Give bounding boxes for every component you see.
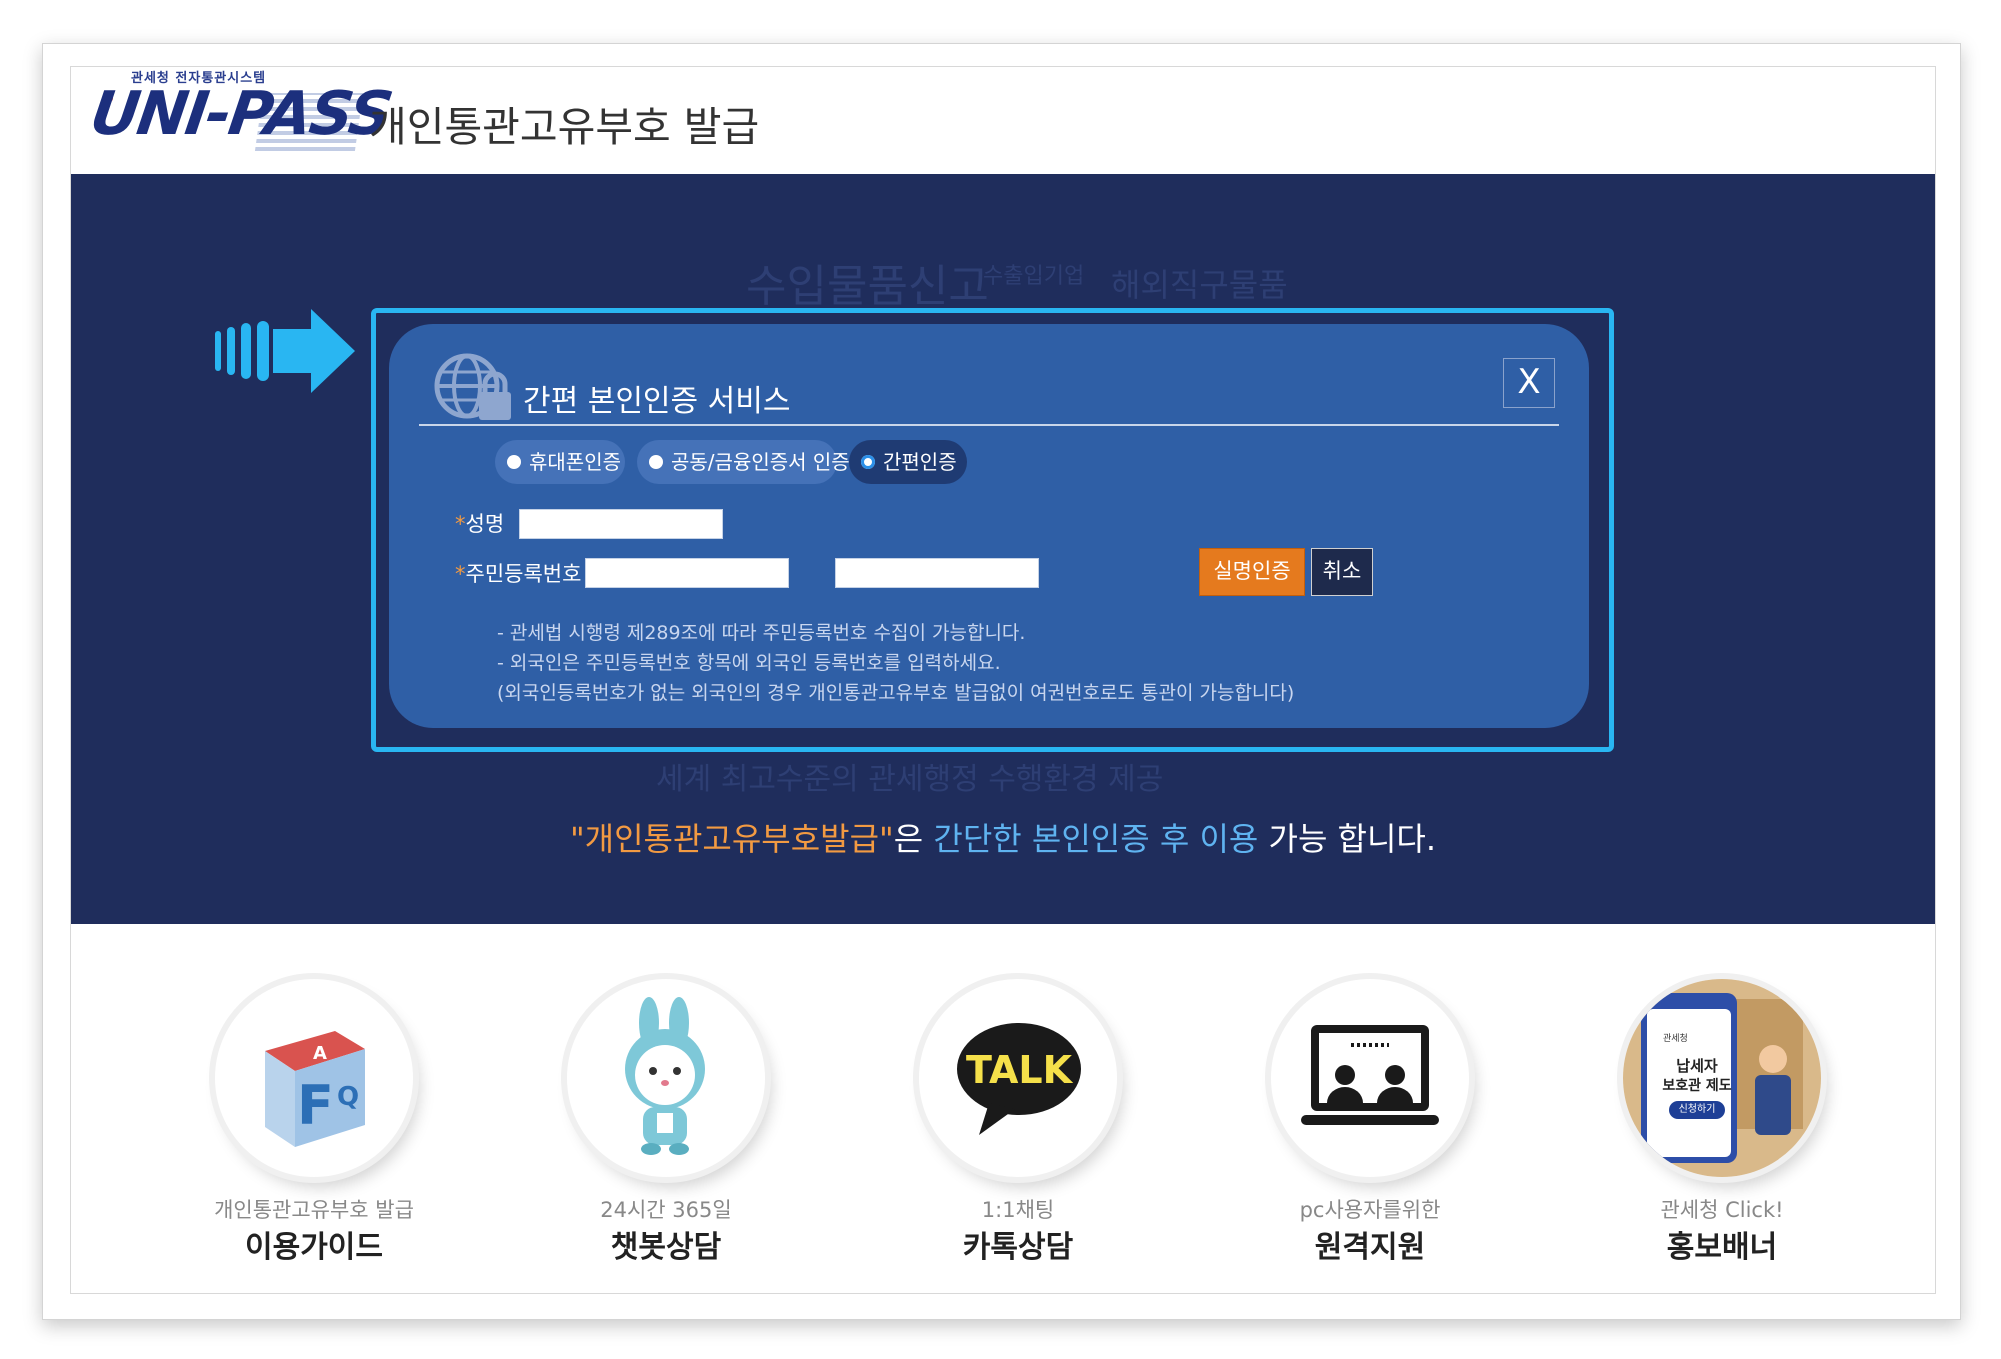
promo-apply-button[interactable]: 신청하기 [1669,1101,1725,1119]
quick-main: 이용가이드 [245,1230,383,1265]
svg-text:TALK: TALK [966,1048,1074,1092]
cancel-button[interactable]: 취소 [1311,548,1373,596]
tab-simple-auth[interactable]: 간편인증 [849,440,967,484]
promo-banner-icon[interactable]: 관세청 납세자 보호관 제도 신청하기 [1623,979,1821,1177]
tab-certificate-auth[interactable]: 공동/금융인증서 인증 [637,440,850,484]
rrn-front-input[interactable] [585,558,789,588]
modal-divider [419,424,1559,426]
ghost-text-4: 세계 최고수준의 관세행정 수행환경 제공 [656,762,1164,797]
svg-text:F: F [297,1074,334,1137]
notice-part-2: 은 [893,820,934,858]
quick-sub: 1:1채팅 [981,1198,1055,1222]
hero-band: 수입물품신고 수출입기업 해외직구물품 세계 최고수준의 관세행정 수행환경 제… [71,174,1935,924]
required-mark: * [455,512,466,536]
radio-icon[interactable] [649,455,663,469]
tab-label: 공동/금융인증서 인증 [671,450,850,474]
globe-lock-icon [434,353,511,420]
svg-text:Q: Q [337,1082,359,1112]
page-container: 관세청 전자통관시스템 UNI-PASS 개인통관고유부호 발급 수입물품신고 … [70,66,1936,1294]
ghost-text-1: 수입물품신고 [746,261,989,312]
page-header: 관세청 전자통관시스템 UNI-PASS 개인통관고유부호 발급 [71,67,1935,174]
name-label-text: 성명 [465,512,505,536]
quick-main: 홍보배너 [1666,1230,1778,1265]
pointer-arrow-icon [215,309,355,393]
unipass-logo[interactable]: 관세청 전자통관시스템 UNI-PASS [86,67,395,167]
radio-selected-icon[interactable] [861,455,875,469]
quick-main: 원격지원 [1314,1230,1426,1265]
info-line-3: (외국인등록번호가 없는 외국인의 경우 개인통관고유부호 발급없이 여권번호로… [497,682,1295,704]
ghost-text-2: 수출입기업 [983,264,1085,289]
info-line-2: - 외국인은 주민등록번호 항목에 외국인 등록번호를 입력하세요. [497,652,1001,674]
notice-part-1: "개인통관고유부호발급" [569,820,894,858]
kakaotalk-icon[interactable]: TALK [919,979,1117,1177]
remote-support-icon[interactable] [1271,979,1469,1177]
radio-icon[interactable] [507,455,521,469]
faq-cube-icon[interactable]: F Q A [215,979,413,1177]
chatbot-rabbit-icon[interactable] [567,979,765,1177]
svg-text:A: A [313,1043,327,1064]
quick-main: 카톡상담 [962,1230,1074,1265]
tab-label: 간편인증 [883,450,957,474]
tab-mobile-auth[interactable]: 휴대폰인증 [495,440,625,484]
required-mark: * [455,562,466,586]
logo-text: UNI-PASS [86,79,396,149]
rrn-label: *주민등록번호 [455,558,581,588]
quick-sub: 관세청 Click! [1660,1198,1784,1222]
quick-sub: 24시간 365일 [600,1198,732,1222]
promo-line-1: 납세자 [1676,1057,1718,1075]
quick-main: 챗봇상담 [610,1230,722,1265]
quick-sub: 개인통관고유부호 발급 [214,1198,414,1222]
rrn-back-input[interactable] [835,558,1039,588]
name-label: *성명 [455,508,504,538]
close-button[interactable]: X [1503,358,1555,408]
auth-modal: 간편 본인인증 서비스 X 휴대폰인증 공동/금융인증서 인증 간편인증 *성명 [389,324,1589,728]
ghost-text-3: 해외직구물품 [1111,266,1288,304]
verify-button[interactable]: 실명인증 [1199,548,1305,596]
notice-text: "개인통관고유부호발급"은 간단한 본인인증 후 이용 가능 합니다. [71,814,1935,860]
tab-label: 휴대폰인증 [529,450,621,474]
info-line-1: - 관세법 시행령 제289조에 따라 주민등록번호 수집이 가능합니다. [497,622,1026,644]
modal-title: 간편 본인인증 서비스 [523,384,791,419]
quick-sub: pc사용자를위한 [1299,1198,1441,1222]
name-input[interactable] [519,509,723,539]
page-title: 개인통관고유부호 발급 [369,103,760,151]
notice-part-3: 간단한 본인인증 후 이용 [933,820,1259,858]
promo-agency: 관세청 [1663,1034,1688,1044]
promo-line-2: 보호관 제도 [1662,1078,1732,1094]
notice-part-4: 가능 합니다. [1258,820,1437,858]
rrn-label-text: 주민등록번호 [465,562,582,586]
